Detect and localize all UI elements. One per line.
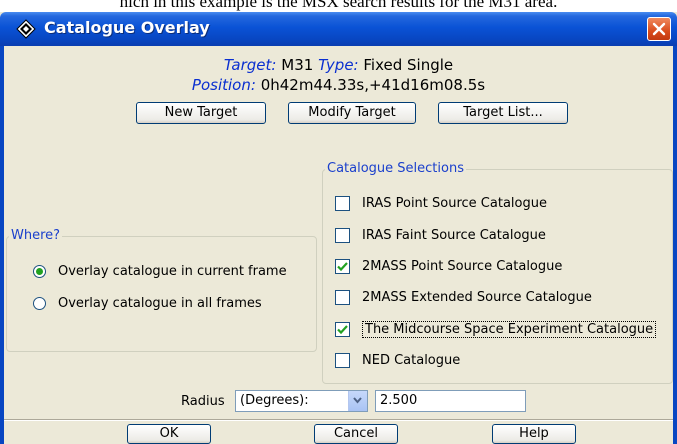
position-value: 0h42m44.33s,+41d16m08.5s: [260, 76, 486, 94]
new-target-button[interactable]: New Target: [136, 102, 266, 124]
dropdown-button[interactable]: [348, 391, 367, 411]
catalogue-item-2mass-extended[interactable]: 2MASS Extended Source Catalogue: [335, 286, 592, 308]
catalogue-item-midcourse[interactable]: The Midcourse Space Experiment Catalogue: [335, 318, 657, 340]
catalogue-item-label: IRAS Point Source Catalogue: [362, 195, 547, 211]
catalogue-selections-legend: Catalogue Selections: [325, 161, 466, 176]
catalogue-item-ned[interactable]: NED Catalogue: [335, 349, 460, 371]
radius-label: Radius: [181, 393, 225, 409]
catalogue-item-iras-point[interactable]: IRAS Point Source Catalogue: [335, 192, 547, 214]
target-list-button[interactable]: Target List...: [438, 102, 568, 124]
where-legend: Where?: [9, 228, 63, 243]
catalogue-item-label: IRAS Faint Source Catalogue: [362, 227, 546, 243]
checkbox[interactable]: [335, 352, 350, 368]
radius-value-input[interactable]: 2.500: [375, 390, 526, 412]
radio-button[interactable]: [33, 296, 46, 310]
target-value: M31: [281, 56, 314, 74]
type-label: Type:: [318, 56, 359, 74]
document-caption: hich in this example is the MSX search r…: [119, 0, 558, 11]
dialog-content: Target: M31 Type: Fixed Single Position:…: [0, 46, 677, 444]
help-button[interactable]: Help: [492, 424, 576, 444]
position-label: Position:: [191, 76, 256, 94]
window-title: Catalogue Overlay: [44, 18, 210, 37]
modify-target-button[interactable]: Modify Target: [288, 102, 416, 124]
checkbox[interactable]: [335, 289, 350, 305]
checkmark-icon: [337, 261, 348, 271]
catalogue-item-label: 2MASS Point Source Catalogue: [362, 258, 563, 274]
chevron-down-icon: [353, 397, 362, 404]
close-button[interactable]: [647, 17, 671, 41]
where-option-label: Overlay catalogue in current frame: [58, 263, 287, 279]
radius-unit-value: (Degrees):: [240, 393, 309, 408]
catalogue-selections-group: Catalogue Selections IRAS Point Source C…: [322, 161, 673, 384]
catalogue-item-iras-faint[interactable]: IRAS Faint Source Catalogue: [335, 224, 546, 246]
cancel-button[interactable]: Cancel: [314, 424, 398, 444]
target-label: Target:: [223, 56, 277, 74]
checkbox-checked[interactable]: [335, 321, 350, 337]
checkbox[interactable]: [335, 195, 350, 211]
catalogue-overlay-dialog: Catalogue Overlay Target: M31 Type: Fixe…: [0, 12, 677, 444]
close-icon: [652, 22, 666, 36]
app-diamond-icon: [16, 19, 36, 39]
where-option-label: Overlay catalogue in all frames: [58, 295, 262, 311]
checkbox[interactable]: [335, 227, 350, 243]
ok-button[interactable]: OK: [127, 424, 211, 444]
radius-unit-select[interactable]: (Degrees):: [235, 390, 368, 412]
title-bar[interactable]: Catalogue Overlay: [0, 12, 677, 46]
checkbox-checked[interactable]: [335, 258, 350, 274]
checkmark-icon: [337, 324, 348, 334]
where-group: Where? Overlay catalogue in current fram…: [6, 228, 317, 352]
catalogue-item-2mass-point[interactable]: 2MASS Point Source Catalogue: [335, 255, 562, 277]
position-line: Position: 0h42m44.33s,+41d16m08.5s: [4, 76, 673, 94]
target-line: Target: M31 Type: Fixed Single: [4, 56, 673, 74]
catalogue-item-label: 2MASS Extended Source Catalogue: [362, 289, 592, 305]
footer-divider: [4, 419, 673, 421]
catalogue-item-label: NED Catalogue: [362, 352, 461, 368]
where-option-current-frame[interactable]: Overlay catalogue in current frame: [33, 260, 287, 282]
catalogue-item-label: The Midcourse Space Experiment Catalogue: [362, 320, 657, 338]
radio-button-selected[interactable]: [33, 264, 46, 278]
where-option-all-frames[interactable]: Overlay catalogue in all frames: [33, 292, 262, 314]
type-value: Fixed Single: [363, 56, 454, 74]
